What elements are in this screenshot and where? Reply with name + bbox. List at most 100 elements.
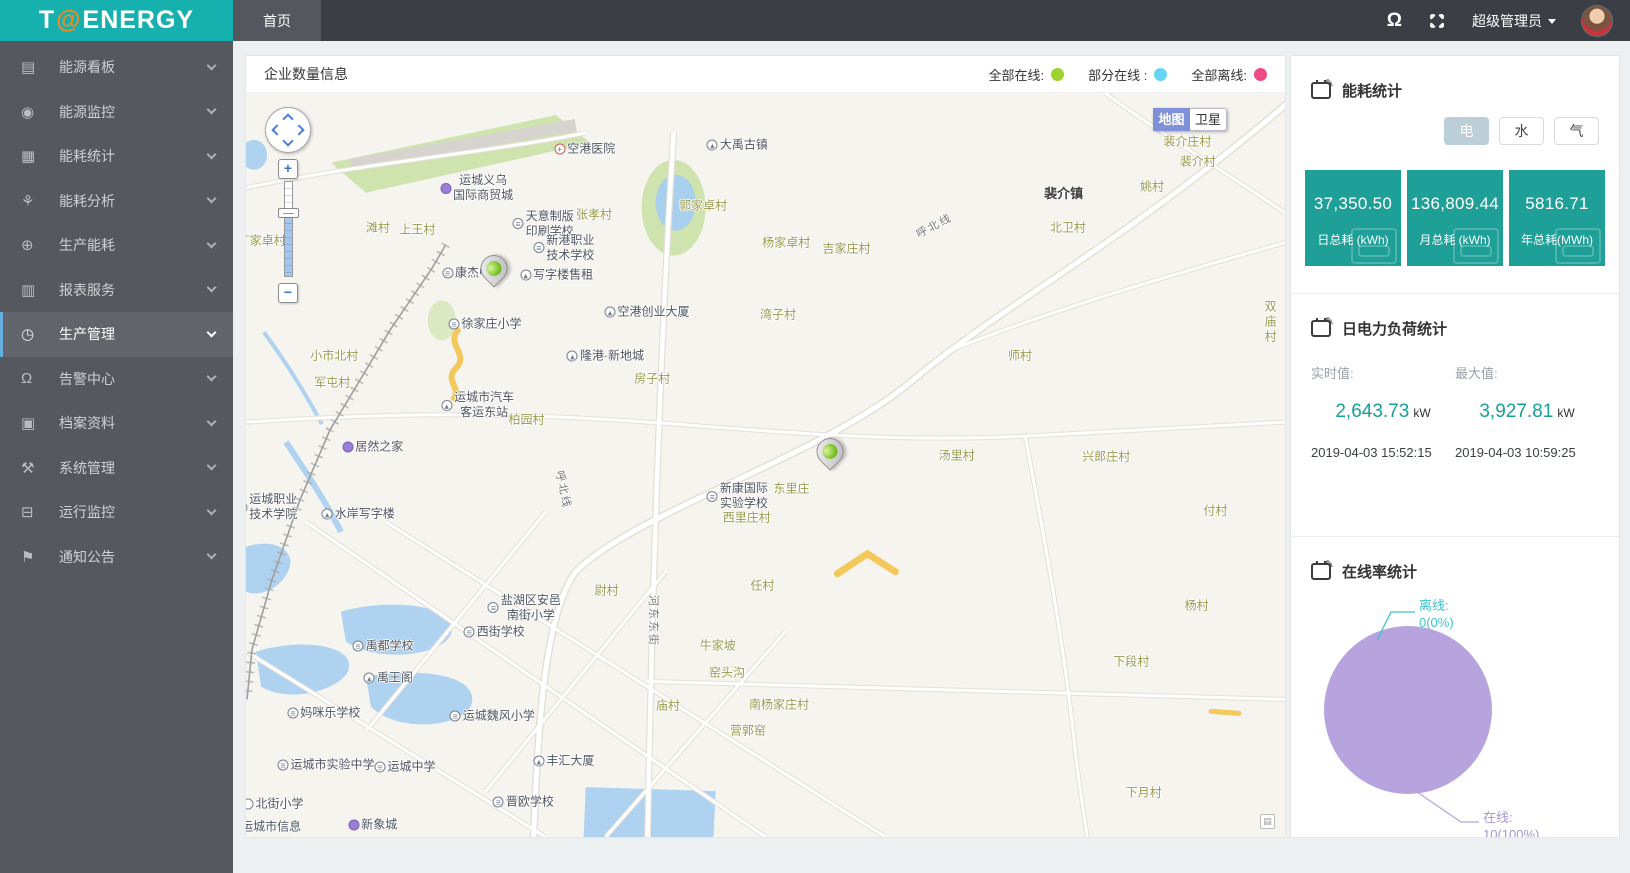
load-column: 最大值: 3,927.81kW 2019-04-03 10:59:25 bbox=[1455, 339, 1599, 460]
zoom-slider[interactable] bbox=[284, 181, 293, 277]
stat-card: 37,350.50 日总耗 (kWh) bbox=[1305, 170, 1401, 266]
pan-up-icon[interactable] bbox=[282, 113, 293, 124]
notification-bell-icon[interactable]: Ω bbox=[1387, 11, 1402, 30]
chevron-down-icon bbox=[207, 194, 217, 204]
topbar: T@ENERGY 首页 Ω 超级管理员 bbox=[0, 0, 1630, 41]
status-legend: 全部在线: 部分在线 : 全部离线: bbox=[989, 65, 1267, 84]
fullscreen-icon[interactable] bbox=[1428, 12, 1446, 30]
sidebar-item-icon bbox=[21, 236, 47, 254]
sidebar-item-label: 运行监控 bbox=[59, 502, 115, 522]
online-rate-header: 在线率统计 bbox=[1291, 537, 1619, 582]
load-unit: kW bbox=[1413, 406, 1430, 420]
sidebar-item[interactable]: 告警中心 bbox=[0, 357, 233, 402]
legend-dot bbox=[1254, 68, 1267, 81]
map-type-button[interactable]: 地图 bbox=[1153, 108, 1190, 131]
chevron-down-icon bbox=[207, 372, 217, 382]
sidebar-item-label: 生产管理 bbox=[59, 324, 115, 344]
energy-stat-cards: 37,350.50 日总耗 (kWh) 136,809.44 月总耗 (kWh)… bbox=[1291, 145, 1619, 266]
load-label: 最大值: bbox=[1455, 363, 1599, 382]
energy-type-tab[interactable]: 气 bbox=[1554, 117, 1599, 145]
load-column: 实时值: 2,643.73kW 2019-04-03 15:52:15 bbox=[1311, 339, 1455, 460]
map-card-title: 企业数量信息 bbox=[264, 64, 348, 84]
logo-at-icon: @ bbox=[56, 6, 81, 35]
user-name: 超级管理员 bbox=[1472, 11, 1542, 31]
sidebar-item-icon bbox=[21, 192, 47, 210]
sidebar-item-label: 生产能耗 bbox=[59, 235, 115, 255]
energy-type-tabs: 电 水 气 bbox=[1291, 101, 1619, 145]
user-menu[interactable]: 超级管理员 bbox=[1472, 11, 1556, 31]
sidebar-item-icon bbox=[21, 459, 47, 477]
tab-home[interactable]: 首页 bbox=[233, 0, 321, 41]
legend-item: 全部离线: bbox=[1191, 65, 1267, 84]
sidebar-item-label: 能耗分析 bbox=[59, 191, 115, 211]
calendar-edit-icon bbox=[1311, 82, 1331, 99]
sidebar-item[interactable]: 系统管理 bbox=[0, 446, 233, 491]
sidebar-item[interactable]: 能耗统计 bbox=[0, 134, 233, 179]
sidebar-item[interactable]: 能源监控 bbox=[0, 90, 233, 135]
load-timestamp: 2019-04-03 15:52:15 bbox=[1311, 445, 1455, 460]
logo-energy: ENERGY bbox=[83, 6, 195, 35]
sidebar-item[interactable]: 生产能耗 bbox=[0, 223, 233, 268]
sidebar-item-label: 档案资料 bbox=[59, 413, 115, 433]
sidebar-item-label: 能源监控 bbox=[59, 102, 115, 122]
sidebar-item-icon bbox=[21, 503, 47, 521]
legend-label: 全部离线: bbox=[1191, 65, 1247, 84]
map-navigation-control: + − bbox=[262, 107, 314, 303]
pan-right-icon[interactable] bbox=[293, 124, 304, 135]
energy-type-tab[interactable]: 水 bbox=[1499, 117, 1544, 145]
enterprise-pin-marker[interactable] bbox=[475, 249, 513, 287]
chevron-down-icon bbox=[207, 60, 217, 70]
avatar[interactable] bbox=[1582, 6, 1612, 36]
stat-card: 5816.71 年总耗(MWh) bbox=[1509, 170, 1605, 266]
sidebar: 能源看板 能源监控 能耗统计 能耗分析 bbox=[0, 41, 233, 873]
enterprise-pin-marker[interactable] bbox=[811, 432, 849, 470]
pan-left-icon[interactable] bbox=[271, 124, 282, 135]
daily-load-values: 实时值: 2,643.73kW 2019-04-03 15:52:15 最大值:… bbox=[1291, 339, 1619, 460]
load-value: 3,927.81 bbox=[1479, 401, 1553, 422]
sidebar-item[interactable]: 运行监控 bbox=[0, 490, 233, 535]
pan-down-icon[interactable] bbox=[282, 135, 293, 146]
machine-watermark-icon bbox=[1555, 228, 1601, 264]
machine-watermark-icon bbox=[1351, 228, 1397, 264]
sidebar-item[interactable]: 档案资料 bbox=[0, 401, 233, 446]
chevron-down-icon bbox=[207, 327, 217, 337]
chevron-down-icon bbox=[207, 283, 217, 293]
map-pins-layer bbox=[246, 93, 1285, 837]
map-pan-control[interactable] bbox=[265, 107, 311, 153]
sidebar-item[interactable]: 通知公告 bbox=[0, 535, 233, 580]
sidebar-item-icon bbox=[21, 548, 47, 566]
sidebar-item-icon bbox=[21, 414, 47, 432]
legend-dot bbox=[1051, 68, 1064, 81]
sidebar-item[interactable]: 能耗分析 bbox=[0, 179, 233, 224]
stat-value: 5816.71 bbox=[1509, 194, 1605, 214]
enterprise-map-card: 企业数量信息 全部在线: 部分在线 : bbox=[245, 55, 1286, 838]
machine-watermark-icon bbox=[1453, 228, 1499, 264]
map-type-button[interactable]: 卫星 bbox=[1190, 108, 1227, 131]
calendar-edit-icon bbox=[1311, 563, 1331, 580]
sidebar-item[interactable]: 能源看板 bbox=[0, 45, 233, 90]
pie-label-offline: 离线: 0(0%) bbox=[1419, 598, 1454, 632]
map[interactable]: 空港医院 大禹古镇 裴介庄村 bbox=[246, 93, 1285, 837]
sidebar-item[interactable]: 生产管理 bbox=[0, 312, 233, 357]
sidebar-item-label: 通知公告 bbox=[59, 547, 115, 567]
daily-load-title: 日电力负荷统计 bbox=[1342, 318, 1447, 339]
chevron-down-icon bbox=[207, 238, 217, 248]
sidebar-item-icon bbox=[21, 147, 47, 165]
app-logo: T@ENERGY bbox=[0, 0, 233, 41]
energy-type-tab[interactable]: 电 bbox=[1444, 117, 1489, 145]
zoom-in-button[interactable]: + bbox=[278, 159, 298, 179]
main-content: 企业数量信息 全部在线: 部分在线 : bbox=[233, 41, 1630, 873]
energy-stats-title: 能耗统计 bbox=[1342, 80, 1402, 101]
sidebar-item-icon bbox=[21, 103, 47, 121]
sidebar-item[interactable]: 报表服务 bbox=[0, 268, 233, 313]
stat-card: 136,809.44 月总耗 (kWh) bbox=[1407, 170, 1503, 266]
pie-label-online: 在线: 10(100%) bbox=[1483, 810, 1539, 838]
legend-item: 部分在线 : bbox=[1088, 65, 1167, 84]
map-overview-button[interactable]: ▤ bbox=[1260, 814, 1275, 829]
logo-t: T bbox=[39, 6, 55, 35]
chevron-down-icon bbox=[207, 416, 217, 426]
zoom-slider-handle[interactable] bbox=[278, 208, 299, 218]
online-rate-title: 在线率统计 bbox=[1342, 561, 1417, 582]
zoom-out-button[interactable]: − bbox=[278, 283, 298, 303]
stat-value: 37,350.50 bbox=[1305, 194, 1401, 214]
